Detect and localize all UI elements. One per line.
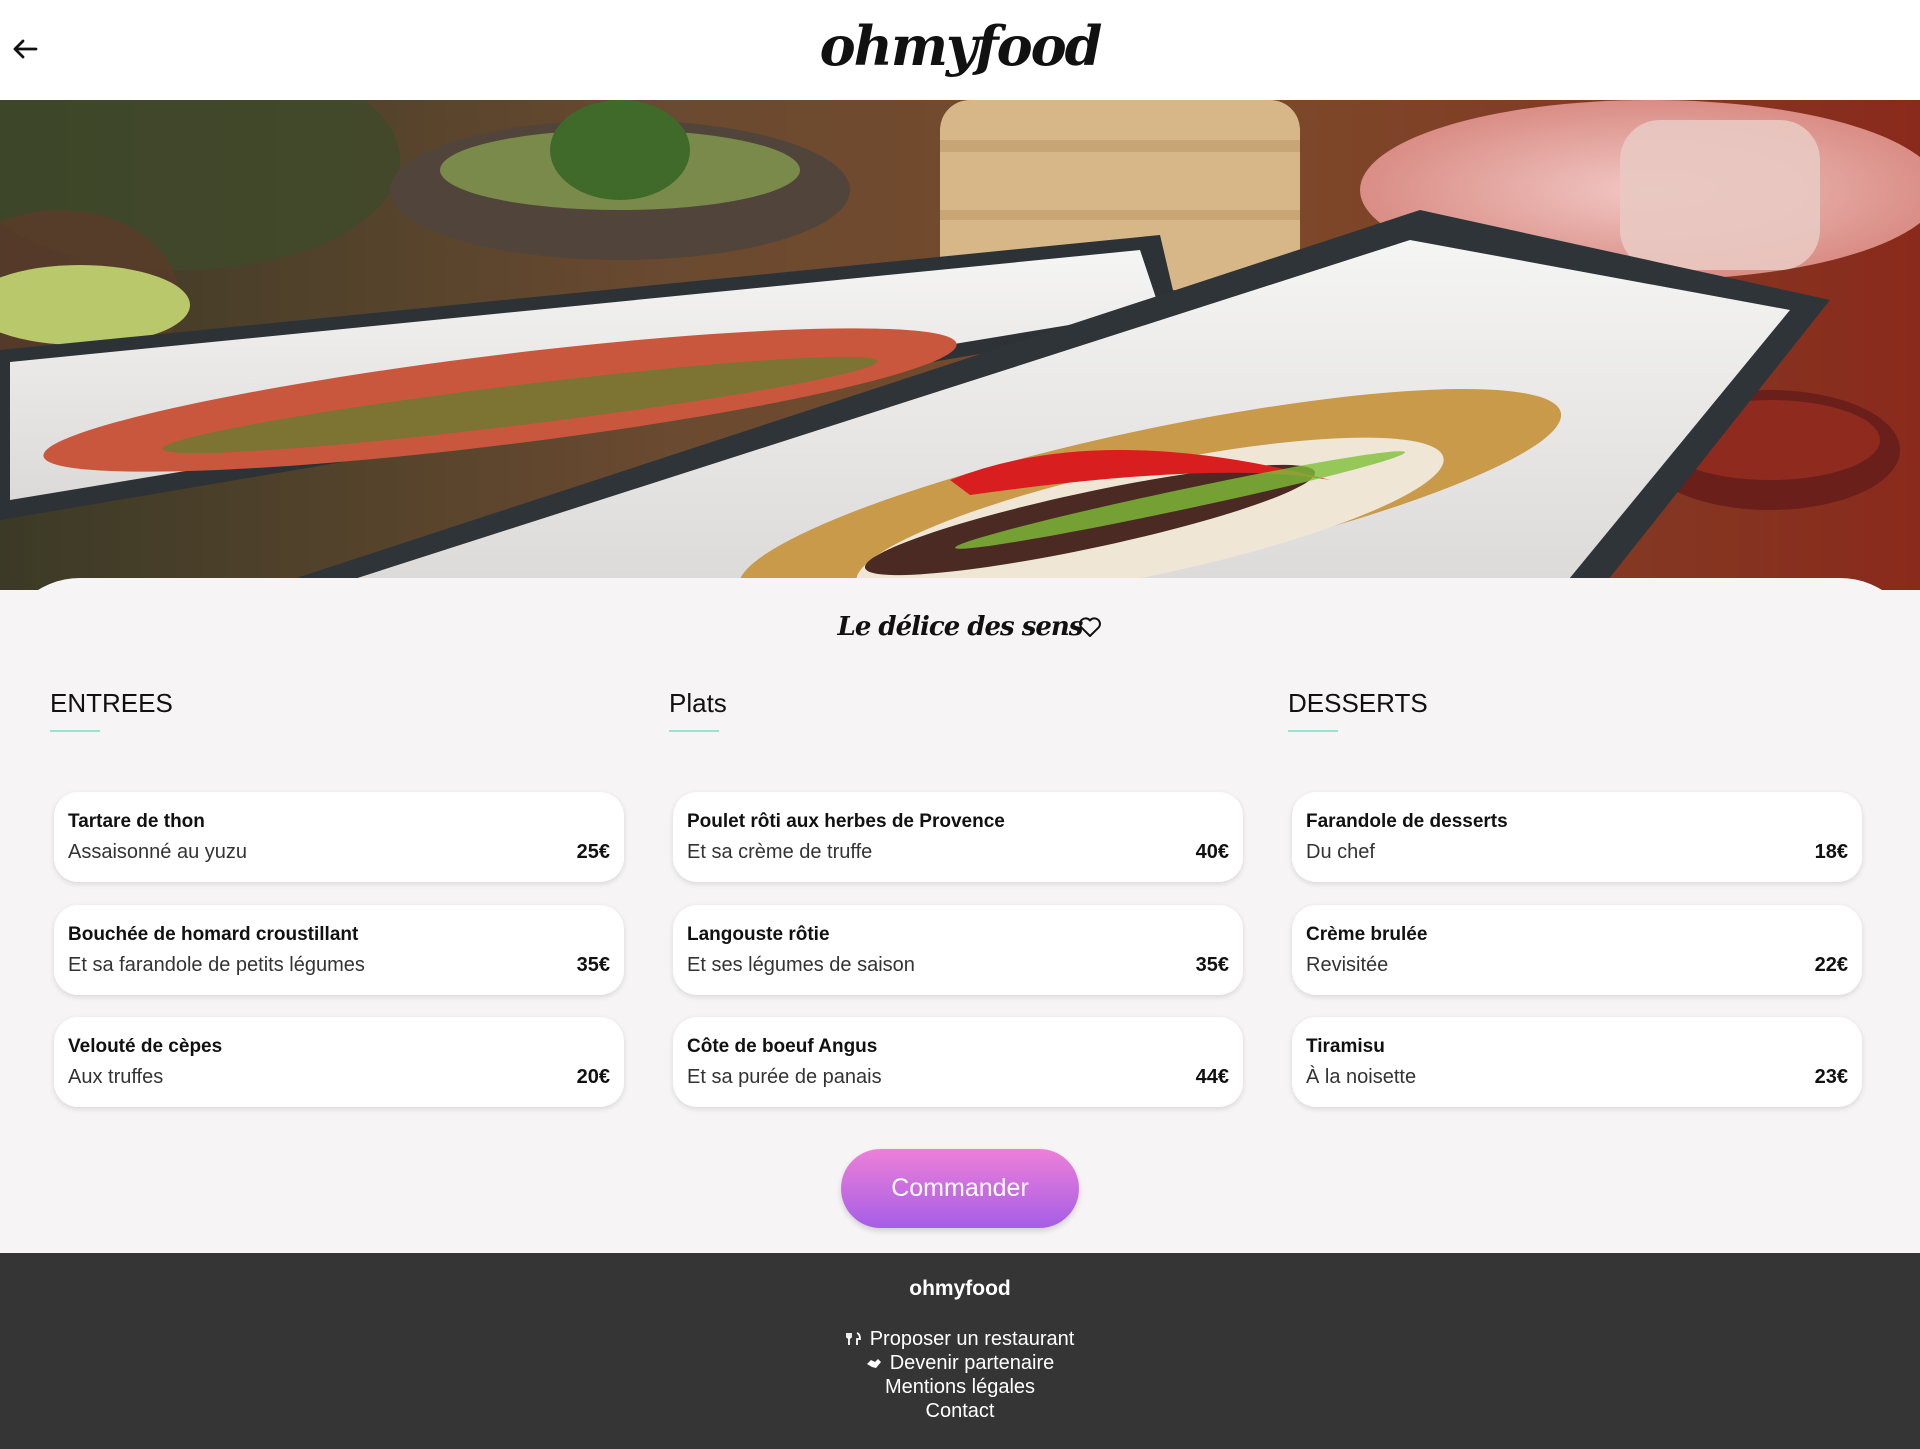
footer-link-contact[interactable]: Contact [0, 1399, 1920, 1423]
menu-item-description: Assaisonné au yuzu [68, 841, 248, 863]
menu-item-price: 18€ [1814, 841, 1848, 863]
menu-item-card[interactable]: Tartare de thon Assaisonné au yuzu 25€ [54, 792, 624, 882]
menu-panel: Le délice des sens ENTREES Tartare de th… [0, 578, 1920, 1253]
menu-item-card[interactable]: Côte de boeuf Angus Et sa purée de panai… [673, 1017, 1243, 1107]
menu-item-name: Tiramisu [1306, 1036, 1385, 1057]
menu-item-price: 20€ [576, 1066, 610, 1088]
menu-item-name: Velouté de cèpes [68, 1036, 223, 1057]
order-button[interactable]: Commander [841, 1149, 1079, 1228]
section-underline [50, 730, 100, 732]
menu-item-price: 40€ [1195, 841, 1229, 863]
section-title: Plats [669, 688, 727, 718]
menu-item-description: À la noisette [1306, 1066, 1417, 1088]
footer-link-label: Proposer un restaurant [869, 1328, 1075, 1350]
menu-item-price: 23€ [1814, 1066, 1848, 1088]
footer-link-legal[interactable]: Mentions légales [0, 1375, 1920, 1399]
menu-item-card[interactable]: Farandole de desserts Du chef 18€ [1292, 792, 1862, 882]
logo[interactable]: ohmyfood [0, 14, 1920, 78]
menu-item-name: Farandole de desserts [1306, 811, 1508, 832]
menu-item-description: Aux truffes [68, 1066, 164, 1088]
menu-section-desserts: DESSERTS Farandole de desserts Du chef 1… [1288, 688, 1862, 1107]
menu-item-card[interactable]: Tiramisu À la noisette 23€ [1292, 1017, 1862, 1107]
menu-item-card[interactable]: Velouté de cèpes Aux truffes 20€ [54, 1017, 624, 1107]
menu-item-description: Et sa purée de panais [687, 1066, 882, 1088]
section-underline [1288, 730, 1338, 732]
section-title: DESSERTS [1288, 688, 1428, 718]
menu-item-price: 35€ [576, 954, 610, 976]
menu-item-price: 35€ [1195, 954, 1229, 976]
section-underline [669, 730, 719, 732]
menu-item-card[interactable]: Crème brulée Revisitée 22€ [1292, 905, 1862, 995]
footer-links: Proposer un restaurant Devenir partenair… [0, 1327, 1920, 1423]
menu-item-card[interactable]: Bouchée de homard croustillant Et sa far… [54, 905, 624, 995]
menu-item-price: 44€ [1195, 1066, 1229, 1088]
restaurant-name: Le délice des sens [837, 612, 1084, 642]
section-title: ENTREES [50, 688, 173, 718]
menu-section-plats: Plats Poulet rôti aux herbes de Provence… [669, 688, 1243, 1107]
menu-item-description: Du chef [1306, 841, 1375, 863]
footer-link-propose-restaurant[interactable]: Proposer un restaurant [0, 1327, 1920, 1351]
footer: ohmyfood Proposer un restaurant Devenir … [0, 1253, 1920, 1449]
menu-item-name: Poulet rôti aux herbes de Provence [687, 811, 1005, 832]
utensils-icon [845, 1332, 861, 1345]
menu-item-price: 25€ [576, 841, 610, 863]
menu-item-card[interactable]: Langouste rôtie Et ses légumes de saison… [673, 905, 1243, 995]
menu-item-name: Langouste rôtie [687, 924, 830, 945]
menu-item-description: Et sa farandole de petits légumes [68, 954, 365, 976]
menu-item-price: 22€ [1814, 954, 1848, 976]
footer-brand[interactable]: ohmyfood [0, 1277, 1920, 1301]
menu-item-name: Tartare de thon [68, 811, 205, 832]
footer-link-label: Devenir partenaire [889, 1352, 1055, 1374]
heart-outline-icon[interactable] [1078, 616, 1102, 638]
menu-item-card[interactable]: Poulet rôti aux herbes de Provence Et sa… [673, 792, 1243, 882]
menu-item-name: Bouchée de homard croustillant [68, 924, 359, 945]
header: ohmyfood [0, 0, 1920, 100]
restaurant-header: Le délice des sens [0, 612, 1920, 642]
menu-item-name: Côte de boeuf Angus [687, 1036, 878, 1057]
menu-section-entrees: ENTREES Tartare de thon Assaisonné au yu… [50, 688, 624, 1107]
menu-item-description: Et ses légumes de saison [687, 954, 915, 976]
handshake-icon [866, 1359, 881, 1368]
menu-item-description: Revisitée [1306, 954, 1389, 976]
hero-image [0, 100, 1920, 590]
menu-item-description: Et sa crème de truffe [687, 841, 873, 863]
footer-link-partner[interactable]: Devenir partenaire [0, 1351, 1920, 1375]
menu-item-name: Crème brulée [1306, 924, 1428, 945]
